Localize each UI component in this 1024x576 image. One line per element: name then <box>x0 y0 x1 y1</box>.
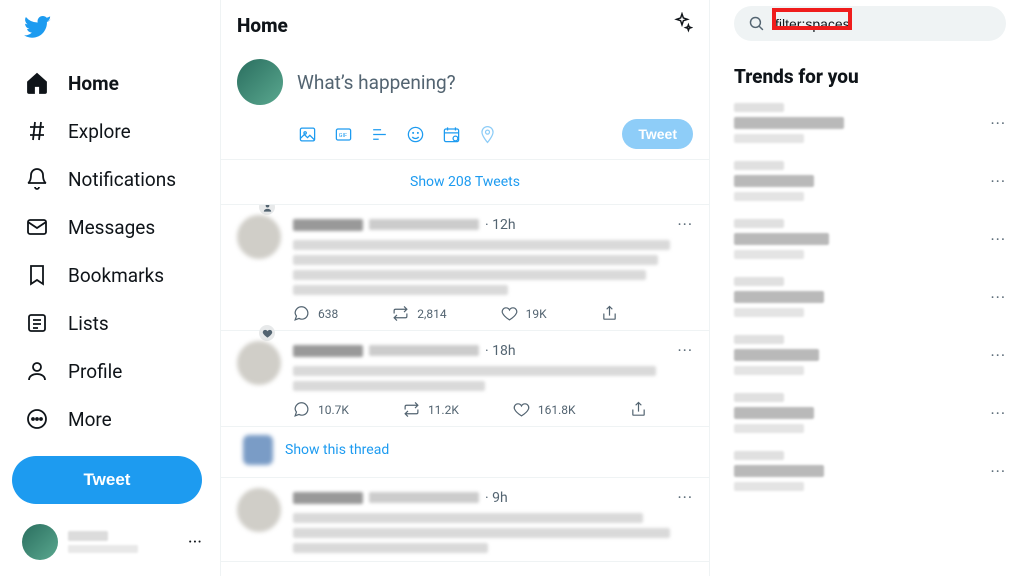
tweet-time: · 18h <box>485 343 516 359</box>
show-more-tweets[interactable]: Show 208 Tweets <box>221 160 709 205</box>
tweet-button[interactable]: Tweet <box>12 456 202 504</box>
nav-label: Explore <box>68 120 131 143</box>
trend-more-icon[interactable]: ··· <box>990 288 1006 307</box>
avatar <box>237 59 283 105</box>
search-input[interactable] <box>775 16 992 32</box>
trends-title: Trends for you <box>734 57 1006 94</box>
trend-item[interactable]: ··· <box>734 442 1006 500</box>
avatar <box>237 341 281 385</box>
poll-icon[interactable] <box>369 124 389 144</box>
more-icon: ··· <box>188 532 202 553</box>
tweet-more-icon[interactable]: ··· <box>677 215 693 234</box>
trend-more-icon[interactable]: ··· <box>990 230 1006 249</box>
avatar <box>237 215 281 259</box>
profile-icon <box>24 358 50 384</box>
avatar <box>243 435 273 465</box>
retweet-button[interactable]: 2,814 <box>392 305 446 322</box>
trend-item[interactable]: ··· <box>734 210 1006 268</box>
trend-more-icon[interactable]: ··· <box>990 404 1006 423</box>
tweet[interactable]: · 12h ··· 638 2,814 19K <box>221 205 709 331</box>
tweet-more-icon[interactable]: ··· <box>677 341 693 360</box>
sidebar: Home Explore Notifications Messages Bookmark… <box>0 0 220 576</box>
mail-icon <box>24 214 50 240</box>
trend-more-icon[interactable]: ··· <box>990 172 1006 191</box>
nav-label: Home <box>68 72 119 95</box>
sparkle-icon[interactable] <box>671 12 693 39</box>
nav-more[interactable]: More <box>12 396 212 442</box>
nav-profile[interactable]: Profile <box>12 348 212 394</box>
tweet[interactable]: · 18h ··· 10.7K 11.2K 161.8K <box>221 331 709 427</box>
trend-item[interactable]: ··· <box>734 326 1006 384</box>
like-button[interactable]: 161.8K <box>513 401 576 418</box>
trend-more-icon[interactable]: ··· <box>990 462 1006 481</box>
reply-button[interactable]: 10.7K <box>293 401 349 418</box>
compose-tweet-button[interactable]: Tweet <box>622 119 693 149</box>
reply-button[interactable]: 638 <box>293 305 338 322</box>
nav-label: More <box>68 408 112 431</box>
tweet-text <box>293 366 693 391</box>
location-icon[interactable] <box>477 124 497 144</box>
home-icon <box>24 70 50 96</box>
account-menu[interactable]: ··· <box>12 516 212 568</box>
trends-panel: Trends for you ··· ··· ··· ··· ··· ··· ··· <box>734 57 1006 500</box>
compose-box: What’s happening? GIF Tweet <box>221 51 709 160</box>
more-icon <box>24 406 50 432</box>
liked-badge-icon <box>259 325 275 341</box>
share-button[interactable] <box>601 305 618 322</box>
svg-text:GIF: GIF <box>338 132 346 138</box>
bell-icon <box>24 166 50 192</box>
nav-home[interactable]: Home <box>12 60 212 106</box>
tweet-time: · 12h <box>485 217 516 233</box>
nav-explore[interactable]: Explore <box>12 108 212 154</box>
nav-label: Profile <box>68 360 122 383</box>
tweet[interactable]: · 9h ··· <box>221 478 709 562</box>
tweet-time: · 9h <box>485 490 508 506</box>
search-box[interactable] <box>734 6 1006 41</box>
nav-label: Notifications <box>68 168 176 191</box>
nav-notifications[interactable]: Notifications <box>12 156 212 202</box>
trend-more-icon[interactable]: ··· <box>990 346 1006 365</box>
twitter-logo[interactable] <box>12 8 212 56</box>
avatar <box>237 488 281 532</box>
list-icon <box>24 310 50 336</box>
nav-label: Lists <box>68 312 109 335</box>
right-column: Trends for you ··· ··· ··· ··· ··· ··· ··· <box>710 0 1024 576</box>
like-button[interactable]: 19K <box>501 305 547 322</box>
nav-messages[interactable]: Messages <box>12 204 212 250</box>
media-icon[interactable] <box>297 124 317 144</box>
trend-more-icon[interactable]: ··· <box>990 114 1006 133</box>
hash-icon <box>24 118 50 144</box>
gif-icon[interactable]: GIF <box>333 124 353 144</box>
tweet-text <box>293 240 693 295</box>
trend-item[interactable]: ··· <box>734 94 1006 152</box>
share-button[interactable] <box>630 401 647 418</box>
nav-lists[interactable]: Lists <box>12 300 212 346</box>
trend-item[interactable]: ··· <box>734 268 1006 326</box>
tweet-actions: 10.7K 11.2K 161.8K <box>293 401 693 418</box>
nav-label: Bookmarks <box>68 264 164 287</box>
compose-input[interactable]: What’s happening? <box>297 71 456 94</box>
tweet-actions: 638 2,814 19K <box>293 305 693 322</box>
search-icon <box>748 15 765 32</box>
trend-item[interactable]: ··· <box>734 152 1006 210</box>
tweet-more-icon[interactable]: ··· <box>677 488 693 507</box>
nav-bookmarks[interactable]: Bookmarks <box>12 252 212 298</box>
tweet-text <box>293 513 693 553</box>
bookmark-icon <box>24 262 50 288</box>
nav-label: Messages <box>68 216 155 239</box>
page-title: Home <box>237 14 288 37</box>
schedule-icon[interactable] <box>441 124 461 144</box>
emoji-icon[interactable] <box>405 124 425 144</box>
retweet-button[interactable]: 11.2K <box>403 401 459 418</box>
trend-item[interactable]: ··· <box>734 384 1006 442</box>
follow-badge-icon <box>259 205 275 215</box>
avatar <box>22 524 58 560</box>
show-thread-link[interactable]: Show this thread <box>221 427 709 478</box>
main-feed: Home What’s happening? GIF Tweet <box>220 0 710 576</box>
